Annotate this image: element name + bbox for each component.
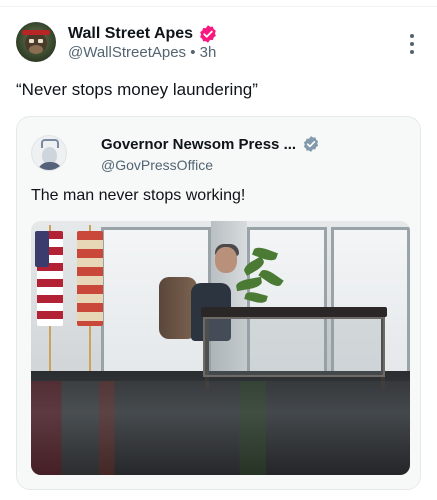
verified-badge-icon[interactable] bbox=[198, 24, 218, 44]
quoted-author-handle[interactable]: @GovPressOffice bbox=[101, 157, 213, 173]
quoted-author-display-name[interactable]: Governor Newsom Press ... bbox=[101, 136, 296, 153]
desk-panel bbox=[203, 317, 385, 377]
floor-reflection bbox=[31, 381, 410, 475]
quoted-author-name-row: Governor Newsom Press ... bbox=[101, 135, 320, 153]
avatar-eye bbox=[29, 39, 34, 43]
avatar-muzzle bbox=[29, 45, 43, 54]
more-dot-icon bbox=[410, 50, 414, 54]
author-name-row: Wall Street Apes bbox=[68, 24, 218, 44]
quoted-post-card[interactable]: Governor Newsom Press ... @GovPressOffic… bbox=[16, 116, 421, 490]
post-text: “Never stops money laundering” bbox=[16, 80, 258, 99]
desk-top bbox=[201, 307, 387, 317]
more-dot-icon bbox=[410, 34, 414, 38]
person-head bbox=[215, 247, 237, 273]
quoted-post-photo[interactable] bbox=[31, 221, 410, 475]
portrait-shoulders bbox=[37, 162, 63, 170]
state-flag bbox=[77, 231, 103, 326]
more-options-button[interactable] bbox=[409, 34, 415, 54]
author-meta: @WallStreetApes • 3h bbox=[68, 44, 216, 61]
us-flag-canton bbox=[35, 231, 49, 267]
author-avatar[interactable] bbox=[16, 22, 56, 62]
quoted-post-text: The man never stops working! bbox=[31, 187, 246, 204]
author-display-name[interactable]: Wall Street Apes bbox=[68, 25, 193, 43]
avatar-eye bbox=[38, 39, 43, 43]
more-dot-icon bbox=[410, 42, 414, 46]
verified-badge-icon[interactable] bbox=[302, 135, 320, 153]
meta-separator: • bbox=[190, 44, 196, 61]
post[interactable]: Wall Street Apes @WallStreetApes • 3h “N… bbox=[0, 0, 437, 500]
quoted-author-avatar[interactable] bbox=[31, 135, 67, 171]
post-time[interactable]: 3h bbox=[200, 44, 217, 61]
author-handle[interactable]: @WallStreetApes bbox=[68, 44, 186, 61]
avatar-headband bbox=[22, 30, 50, 35]
